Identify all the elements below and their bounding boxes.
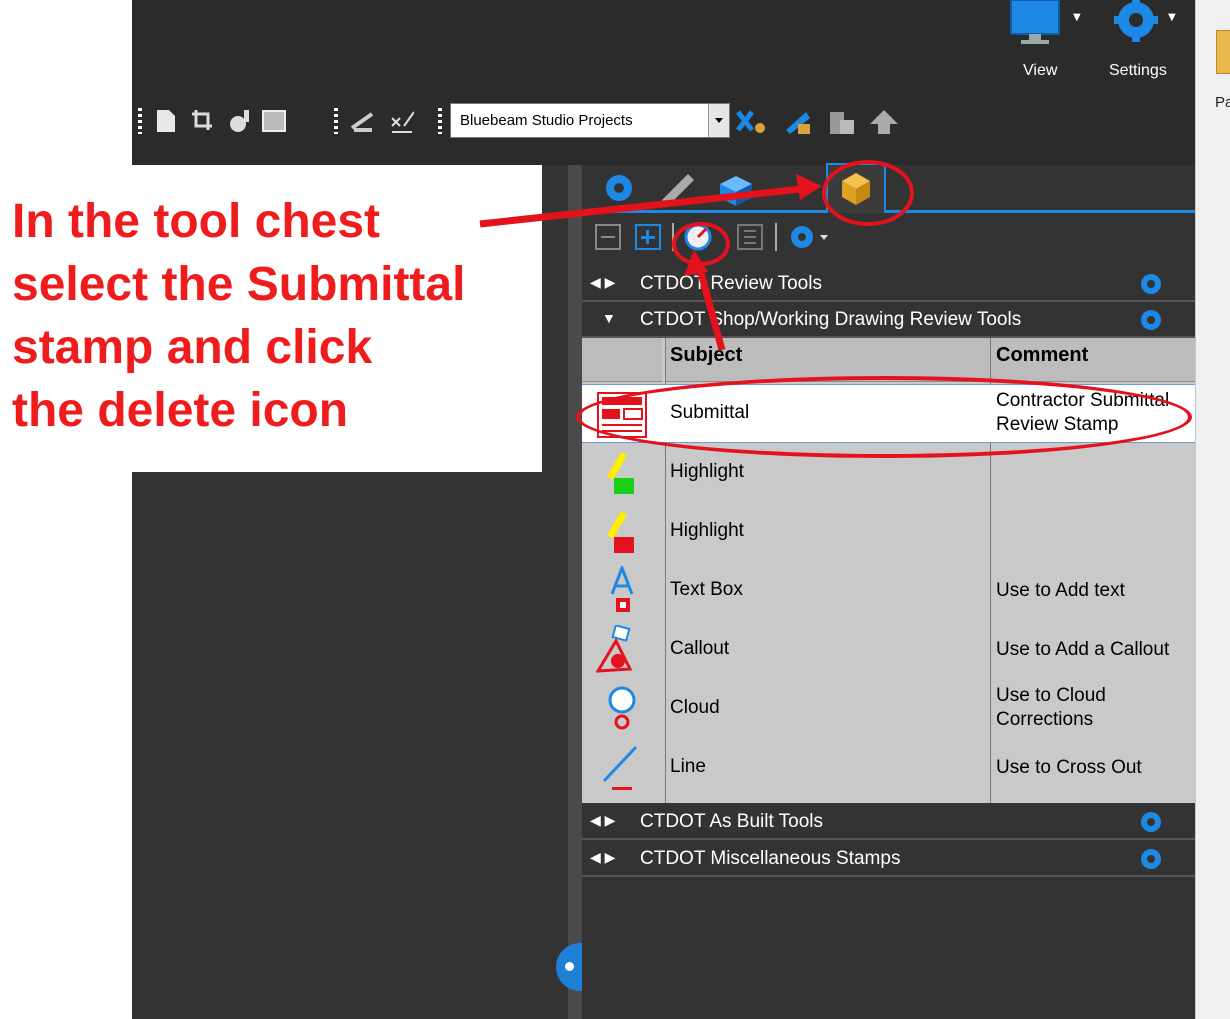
view-label: View — [1023, 62, 1058, 79]
gear-icon[interactable] — [1138, 307, 1164, 333]
side-pane: Pa — [1195, 0, 1230, 1019]
gear-icon — [1114, 0, 1158, 42]
row-subject: Text Box — [670, 579, 743, 600]
section-header-misc-stamps[interactable]: ◀ ▶ CTDOT Miscellaneous Stamps — [582, 843, 1195, 877]
table-row[interactable]: Line Use to Cross Out — [582, 739, 1195, 798]
row-subject: Callout — [670, 638, 730, 659]
view-button[interactable]: ▼ View — [1005, 0, 1085, 90]
folder-icon — [1216, 30, 1230, 74]
studio-session-icon[interactable] — [780, 108, 814, 134]
stamp-tool-icon[interactable] — [228, 108, 252, 134]
row-comment: Use to Add text — [996, 580, 1125, 601]
signature-icon[interactable] — [350, 108, 374, 134]
cloud-icon — [608, 686, 636, 730]
crop-icon[interactable] — [190, 108, 214, 134]
callout-icon — [596, 625, 633, 673]
document-area — [132, 472, 570, 1019]
highlight-green-icon — [606, 452, 634, 494]
monitor-icon — [1010, 0, 1060, 44]
expand-arrows-icon[interactable]: ◀ ▶ — [590, 849, 615, 866]
table-row[interactable]: Cloud Use to Cloud Corrections — [582, 680, 1195, 739]
gear-icon[interactable] — [1138, 809, 1164, 835]
section-title: CTDOT As Built Tools — [640, 811, 824, 832]
chevron-down-icon[interactable] — [708, 104, 729, 137]
chevron-down-icon: ▼ — [1168, 12, 1176, 23]
annotation-line: select the Submittal — [12, 258, 466, 311]
subject-column-header[interactable]: Subject — [666, 338, 992, 382]
gear-icon[interactable] — [1138, 271, 1164, 297]
side-pane-label: Pa — [1215, 94, 1230, 111]
highlight-ellipse — [576, 376, 1192, 458]
section-header-as-built-tools[interactable]: ◀ ▶ CTDOT As Built Tools — [582, 806, 1195, 840]
settings-label: Settings — [1109, 62, 1167, 79]
studio-project-select[interactable]: Bluebeam Studio Projects — [450, 103, 730, 138]
highlight-red-icon — [606, 511, 634, 553]
toolbar-grip[interactable] — [334, 108, 338, 134]
row-subject: Highlight — [670, 520, 744, 541]
annotation-text: In the tool chest select the Submittal s… — [12, 190, 537, 442]
tab-3d[interactable] — [716, 170, 754, 206]
chevron-down-icon: ▼ — [1073, 12, 1081, 23]
expand-arrows-icon[interactable]: ◀ ▶ — [590, 274, 615, 291]
tab-measurements[interactable] — [658, 170, 696, 206]
table-row[interactable]: Text Box Use to Add text — [582, 562, 1195, 621]
annotation-line: stamp and click — [12, 321, 373, 374]
annotation-line: the delete icon — [12, 384, 349, 437]
icon-column-header — [582, 338, 662, 382]
row-comment: Use to Add a Callout — [996, 639, 1170, 660]
row-comment: Use to Cloud Corrections — [996, 685, 1106, 730]
studio-share-icon[interactable] — [824, 108, 858, 134]
highlight-ellipse — [672, 222, 730, 266]
section-header-shop-drawing-tools[interactable]: ▼ CTDOT Shop/Working Drawing Review Tool… — [582, 304, 1195, 338]
tab-properties[interactable] — [600, 170, 638, 206]
expand-arrows-icon[interactable]: ◀ ▶ — [590, 812, 615, 829]
studio-project-select-value: Bluebeam Studio Projects — [460, 112, 633, 129]
sign-field-icon[interactable] — [390, 108, 414, 134]
text-box-icon — [610, 566, 634, 612]
section-title: CTDOT Miscellaneous Stamps — [640, 848, 901, 869]
page-icon[interactable] — [154, 108, 178, 134]
section-title: CTDOT Shop/Working Drawing Review Tools — [640, 309, 1022, 330]
toolbar-separator — [775, 223, 777, 251]
image-icon[interactable] — [262, 108, 286, 134]
line-icon — [602, 745, 638, 790]
annotation-line: In the tool chest — [12, 195, 381, 248]
table-row[interactable]: Highlight — [582, 503, 1195, 562]
collapse-all-icon[interactable] — [594, 223, 622, 251]
row-subject: Cloud — [670, 697, 720, 718]
collapse-triangle-icon[interactable]: ▼ — [602, 310, 616, 326]
toolbar-grip[interactable] — [138, 108, 142, 134]
toolbar-grip[interactable] — [438, 108, 442, 134]
section-header-review-tools[interactable]: ◀ ▶ CTDOT Review Tools — [582, 268, 1195, 302]
settings-button[interactable]: ▼ Settings — [1100, 0, 1190, 90]
row-subject: Highlight — [670, 461, 744, 482]
table-row[interactable]: Callout Use to Add a Callout — [582, 621, 1195, 680]
upload-icon[interactable] — [868, 108, 902, 134]
highlight-ellipse — [822, 160, 914, 226]
add-icon[interactable] — [634, 223, 662, 251]
gear-icon[interactable] — [788, 223, 828, 251]
row-subject: Line — [670, 756, 706, 777]
section-title: CTDOT Review Tools — [640, 273, 822, 294]
panel-splitter[interactable] — [568, 165, 582, 1019]
comment-column-header[interactable]: Comment — [992, 338, 1195, 382]
row-comment: Use to Cross Out — [996, 757, 1142, 778]
manage-icon[interactable] — [736, 223, 764, 251]
studio-connect-icon[interactable] — [734, 108, 768, 134]
gear-icon[interactable] — [1138, 846, 1164, 872]
